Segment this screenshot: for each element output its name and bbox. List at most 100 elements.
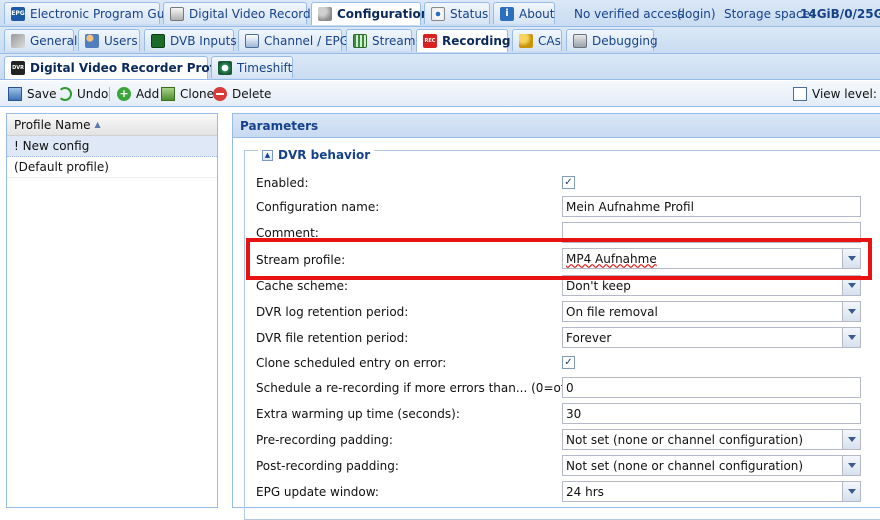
tab-channel-epg[interactable]: Channel / EPG bbox=[238, 29, 349, 51]
tab-label: DVB Inputs bbox=[170, 33, 237, 48]
pre-padding-select[interactable]: Not set (none or channel configuration) bbox=[562, 429, 861, 450]
tab-label: General bbox=[30, 33, 78, 48]
recording-tab-bar: DVR Digital Video Recorder Profiles Time… bbox=[0, 54, 880, 80]
tab-status[interactable]: Status bbox=[424, 2, 490, 24]
users-icon bbox=[85, 33, 99, 48]
clone-on-error-checkbox[interactable]: ✓ bbox=[562, 356, 575, 369]
login-link[interactable]: (login) bbox=[677, 7, 716, 21]
add-button[interactable]: + Add bbox=[117, 85, 159, 103]
view-level-button[interactable]: View level: Ex bbox=[793, 85, 880, 103]
parameters-title: Parameters bbox=[233, 114, 880, 138]
grid-row[interactable]: (Default profile) bbox=[7, 157, 217, 178]
section-title: DVR behavior bbox=[278, 148, 371, 162]
tab-label: Stream bbox=[372, 33, 416, 48]
view-level-label: View level: Ex bbox=[812, 87, 880, 101]
tab-label: Digital Video Recorder bbox=[189, 6, 323, 21]
grid-cell: (Default profile) bbox=[14, 160, 109, 174]
rerecord-label: Schedule a re-recording if more errors t… bbox=[256, 381, 578, 395]
tab-label: Digital Video Recorder Profiles bbox=[30, 61, 238, 75]
tab-users[interactable]: Users bbox=[78, 29, 140, 51]
delete-button[interactable]: Delete bbox=[213, 85, 271, 103]
tab-label: CAs bbox=[538, 33, 561, 48]
tab-digital-video-recorder[interactable]: Digital Video Recorder bbox=[163, 2, 323, 24]
grid-header-label: Profile Name bbox=[14, 117, 91, 132]
epg-window-label: EPG update window: bbox=[256, 485, 379, 499]
debug-icon bbox=[573, 33, 587, 48]
field-value: Forever bbox=[566, 330, 612, 345]
dvr-behavior-legend[interactable]: ▲ DVR behavior bbox=[258, 148, 375, 162]
field-value: Don't keep bbox=[566, 278, 631, 293]
access-status: No verified access bbox=[574, 7, 684, 21]
warmup-input[interactable]: 30 bbox=[562, 403, 861, 424]
cache-scheme-label: Cache scheme: bbox=[256, 279, 349, 293]
log-retention-select[interactable]: On file removal bbox=[562, 301, 861, 322]
eye-icon bbox=[431, 6, 445, 21]
tab-label: Electronic Program Guide bbox=[30, 6, 183, 21]
chevron-down-icon[interactable] bbox=[842, 482, 860, 501]
field-value: 30 bbox=[566, 406, 582, 421]
save-button[interactable]: Save bbox=[8, 85, 56, 103]
add-label: Add bbox=[136, 87, 160, 101]
tab-stream[interactable]: Stream bbox=[346, 29, 416, 51]
tab-dvb-inputs[interactable]: DVB Inputs bbox=[144, 29, 237, 51]
pre-padding-label: Pre-recording padding: bbox=[256, 433, 393, 447]
sort-ascending-icon: ▲ bbox=[94, 120, 101, 129]
stream-icon bbox=[353, 33, 367, 48]
clone-label: Clone bbox=[180, 87, 215, 101]
delete-icon bbox=[213, 87, 227, 101]
tab-configuration[interactable]: Configuration bbox=[311, 2, 429, 25]
log-retention-label: DVR log retention period: bbox=[256, 305, 409, 319]
clone-on-error-label: Clone scheduled entry on error: bbox=[256, 356, 447, 370]
post-padding-select[interactable]: Not set (none or channel configuration) bbox=[562, 455, 861, 476]
enabled-checkbox[interactable]: ✓ bbox=[562, 176, 575, 189]
tab-about[interactable]: i About bbox=[493, 2, 555, 24]
tab-general[interactable]: General bbox=[4, 29, 78, 51]
chevron-down-icon[interactable] bbox=[842, 328, 860, 347]
chevron-down-icon[interactable] bbox=[842, 456, 860, 475]
tv-icon bbox=[245, 33, 259, 48]
highlight-box bbox=[246, 238, 872, 280]
tab-cas[interactable]: CAs bbox=[512, 29, 562, 51]
grid-header-profile-name[interactable]: Profile Name ▲ bbox=[7, 114, 217, 136]
tab-dvr-profiles[interactable]: DVR Digital Video Recorder Profiles bbox=[4, 56, 238, 79]
gear-icon bbox=[11, 33, 25, 48]
grid-row[interactable]: ! New config bbox=[7, 136, 217, 157]
enabled-label: Enabled: bbox=[256, 176, 309, 190]
tab-debugging[interactable]: Debugging bbox=[566, 29, 658, 51]
toolbar: Save Undo + Add Clone Delete View level:… bbox=[0, 81, 880, 107]
tab-recording[interactable]: REC Recording bbox=[416, 29, 511, 52]
config-name-label: Configuration name: bbox=[256, 200, 380, 214]
epg-window-select[interactable]: 24 hrs bbox=[562, 481, 861, 502]
chevron-down-icon[interactable] bbox=[842, 430, 860, 449]
tab-timeshift[interactable]: Timeshift bbox=[211, 56, 293, 78]
config-name-input[interactable]: Mein Aufnahme Profil bbox=[562, 196, 861, 217]
field-value: Not set (none or channel configuration) bbox=[566, 458, 804, 473]
clone-button[interactable]: Clone bbox=[161, 85, 214, 103]
field-value: 24 hrs bbox=[566, 484, 604, 499]
tab-electronic-program-guide[interactable]: EPG Electronic Program Guide bbox=[4, 2, 183, 24]
chevron-down-icon[interactable] bbox=[842, 302, 860, 321]
rerecord-input[interactable]: 0 bbox=[562, 377, 861, 398]
tab-label: Configuration bbox=[337, 7, 430, 21]
warmup-label: Extra warming up time (seconds): bbox=[256, 407, 460, 421]
profile-grid: Profile Name ▲ ! New config (Default pro… bbox=[6, 113, 218, 508]
record-icon: REC bbox=[423, 34, 437, 48]
wrench-icon bbox=[318, 7, 332, 21]
tab-label: Users bbox=[104, 33, 138, 48]
field-value: On file removal bbox=[566, 304, 658, 319]
undo-label: Undo bbox=[77, 87, 109, 101]
dvb-card-icon bbox=[151, 33, 165, 48]
epg-icon: EPG bbox=[11, 6, 25, 21]
tab-label: Timeshift bbox=[237, 60, 293, 75]
save-label: Save bbox=[27, 87, 57, 101]
file-retention-label: DVR file retention period: bbox=[256, 331, 409, 345]
key-icon bbox=[519, 33, 533, 48]
file-retention-select[interactable]: Forever bbox=[562, 327, 861, 348]
view-level-icon bbox=[793, 87, 807, 101]
undo-icon bbox=[58, 87, 72, 101]
dvr-profile-icon: DVR bbox=[11, 61, 25, 75]
undo-button[interactable]: Undo bbox=[58, 85, 108, 103]
tab-label: Channel / EPG bbox=[264, 33, 350, 48]
tab-label: Recording bbox=[442, 34, 511, 48]
collapse-icon[interactable]: ▲ bbox=[262, 149, 273, 161]
